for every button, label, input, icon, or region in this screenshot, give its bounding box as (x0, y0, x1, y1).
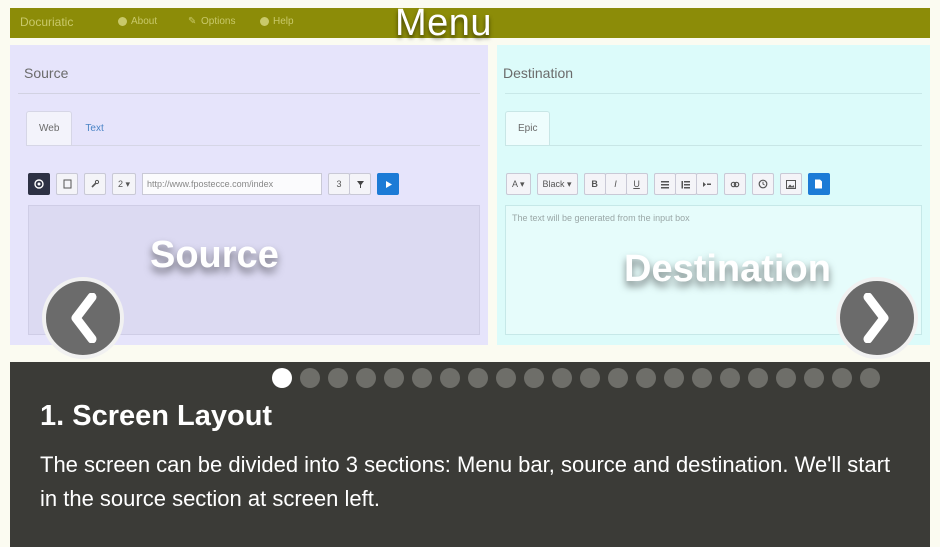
page-icon (63, 179, 71, 189)
source-toolbar: 2 ▾ http://www.fpostecce.com/index 3 (28, 173, 400, 195)
wrench-icon: ✎ (188, 16, 197, 27)
pagination-dot[interactable] (524, 368, 544, 388)
menu-item-options[interactable]: ✎ Options (188, 16, 235, 27)
previous-slide-button[interactable] (42, 277, 124, 359)
zoom-dropdown[interactable]: 2 ▾ (112, 173, 137, 195)
slide-description: The screen can be divided into 3 section… (40, 452, 891, 511)
destination-placeholder: The text will be generated from the inpu… (512, 213, 690, 223)
source-callout-label: Source (150, 234, 279, 276)
indent-icon (702, 181, 711, 187)
menu-item-label: Help (273, 16, 294, 27)
numbered-list-button[interactable] (674, 173, 697, 195)
destination-panel-title: Destination (503, 65, 574, 81)
page-button[interactable] (56, 173, 78, 195)
destination-tabs: Epic (505, 111, 551, 145)
clock-icon (758, 179, 767, 189)
menu-item-about[interactable]: About (118, 16, 157, 27)
slide-pagination (272, 368, 880, 388)
pagination-dot[interactable] (720, 368, 740, 388)
pagination-dot[interactable] (552, 368, 572, 388)
tab-epic[interactable]: Epic (505, 111, 551, 145)
pagination-dot[interactable] (468, 368, 488, 388)
pagination-dot[interactable] (776, 368, 796, 388)
tutorial-slide: Docuriatic About ✎ Options Help Menu Sou… (0, 0, 940, 547)
pagination-dot[interactable] (580, 368, 600, 388)
help-icon (260, 17, 269, 26)
indent-button[interactable] (695, 173, 718, 195)
pagination-dot[interactable] (272, 368, 292, 388)
filter-button[interactable] (349, 173, 372, 195)
tab-text[interactable]: Text (72, 111, 116, 145)
pagination-dot[interactable] (804, 368, 824, 388)
menu-callout-label: Menu (395, 2, 493, 44)
list-icon (660, 180, 669, 188)
bold-button[interactable]: B (583, 173, 606, 195)
slide-title: 1. Screen Layout (40, 400, 273, 432)
chevron-right-icon (863, 293, 889, 343)
font-size-dropdown[interactable]: A ▾ (506, 173, 531, 195)
image-button[interactable] (779, 173, 802, 195)
globe-icon (34, 179, 44, 189)
tab-web[interactable]: Web (26, 111, 73, 145)
play-icon (385, 180, 392, 188)
caption-panel: 1. Screen Layout The screen can be divid… (10, 362, 930, 547)
document-button[interactable] (807, 173, 830, 195)
app-brand[interactable]: Docuriatic (20, 15, 73, 29)
font-color-dropdown[interactable]: Black ▾ (536, 173, 578, 195)
pagination-dot[interactable] (384, 368, 404, 388)
pagination-dot[interactable] (300, 368, 320, 388)
destination-callout-label: Destination (624, 248, 831, 290)
pagination-dot[interactable] (608, 368, 628, 388)
destination-toolbar: A ▾ Black ▾ B I U (506, 173, 830, 195)
link-button[interactable] (723, 173, 746, 195)
numbered-list-icon (681, 180, 690, 188)
settings-button[interactable] (84, 173, 106, 195)
url-input[interactable]: http://www.fpostecce.com/index (142, 173, 323, 195)
pagination-dot[interactable] (636, 368, 656, 388)
image-icon (785, 179, 796, 189)
next-slide-button[interactable] (836, 277, 918, 359)
divider (18, 93, 480, 94)
run-button[interactable] (377, 173, 400, 195)
pagination-dot[interactable] (356, 368, 376, 388)
link-icon (730, 181, 739, 187)
filter-icon (356, 180, 364, 188)
pagination-dot[interactable] (412, 368, 432, 388)
tab-divider (26, 145, 480, 146)
list-button[interactable] (653, 173, 676, 195)
info-icon (118, 17, 127, 26)
pagination-dot[interactable] (664, 368, 684, 388)
count-field[interactable]: 3 (328, 173, 351, 195)
pagination-dot[interactable] (748, 368, 768, 388)
pagination-dot[interactable] (860, 368, 880, 388)
underline-button[interactable]: U (625, 173, 648, 195)
divider (505, 93, 922, 94)
source-panel-title: Source (24, 65, 69, 81)
pagination-dot[interactable] (496, 368, 516, 388)
globe-button[interactable] (28, 173, 50, 195)
menu-item-label: Options (201, 16, 236, 27)
chevron-left-icon (71, 293, 97, 343)
history-button[interactable] (751, 173, 774, 195)
wrench-icon (91, 179, 100, 188)
italic-button[interactable]: I (604, 173, 627, 195)
pagination-dot[interactable] (328, 368, 348, 388)
tab-divider (505, 145, 922, 146)
menu-item-label: About (131, 16, 158, 27)
pagination-dot[interactable] (440, 368, 460, 388)
menu-item-help[interactable]: Help (260, 16, 294, 27)
pagination-dot[interactable] (832, 368, 852, 388)
document-icon (815, 179, 823, 189)
pagination-dot[interactable] (692, 368, 712, 388)
source-tabs: Web Text (26, 111, 117, 145)
